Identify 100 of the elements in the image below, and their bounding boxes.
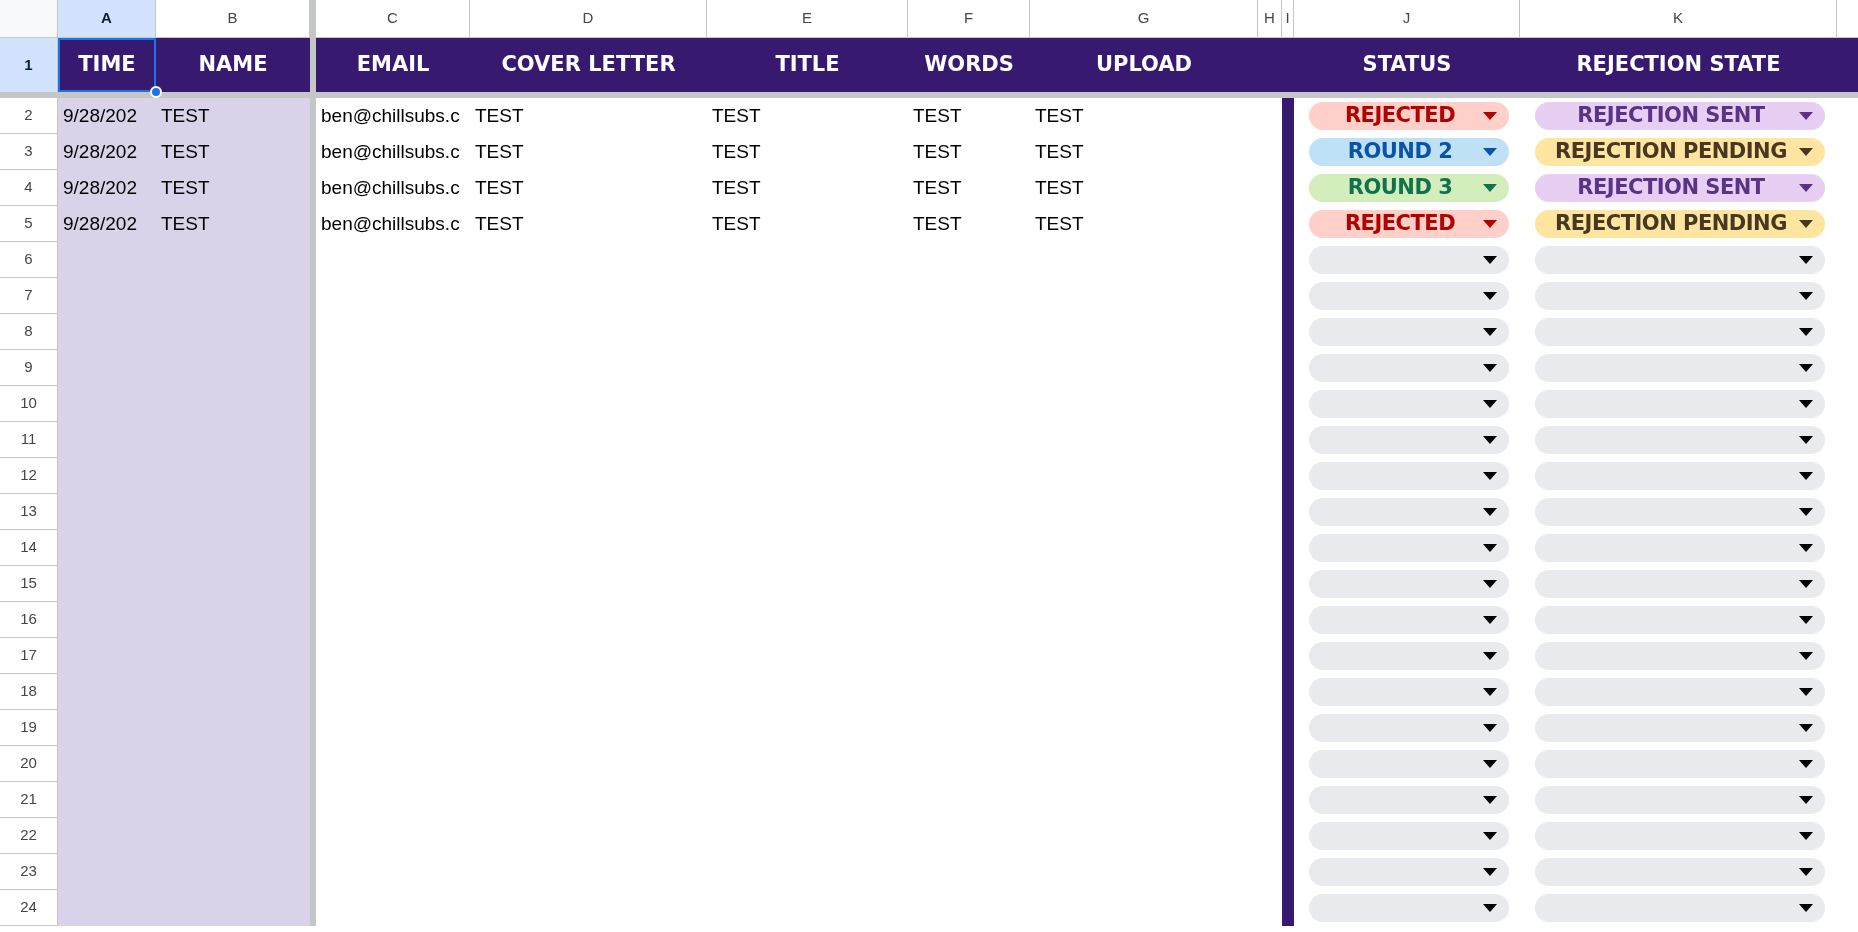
dropdown-chip[interactable] — [1535, 750, 1825, 778]
dropdown-chip[interactable]: ROUND 3 — [1309, 174, 1509, 202]
header-cell[interactable]: EMAIL — [316, 38, 470, 92]
dropdown-chip[interactable] — [1309, 462, 1509, 490]
row-number[interactable]: 21 — [0, 782, 58, 818]
dropdown-chip[interactable] — [1309, 318, 1509, 346]
dropdown-chip[interactable] — [1309, 606, 1509, 634]
dropdown-chip[interactable] — [1535, 786, 1825, 814]
column-header[interactable]: A — [58, 0, 156, 37]
dropdown-chip[interactable] — [1535, 858, 1825, 886]
header-cell[interactable]: COVER LETTER — [470, 38, 707, 92]
row-number[interactable]: 14 — [0, 530, 58, 566]
dropdown-caret-icon — [1483, 688, 1497, 696]
table-cell-text: TEST — [712, 139, 761, 164]
row-number[interactable]: 1 — [0, 38, 58, 92]
row-number[interactable]: 12 — [0, 458, 58, 494]
dropdown-caret-icon — [1799, 508, 1813, 516]
header-cell[interactable]: REJECTION STATE — [1520, 38, 1837, 92]
dropdown-chip[interactable]: REJECTION SENT — [1535, 174, 1825, 202]
dropdown-chip[interactable]: ROUND 2 — [1309, 138, 1509, 166]
row-number[interactable]: 9 — [0, 350, 58, 386]
dropdown-chip[interactable] — [1309, 822, 1509, 850]
row-number[interactable]: 23 — [0, 854, 58, 890]
dropdown-chip[interactable]: REJECTION SENT — [1535, 102, 1825, 130]
dropdown-caret-icon — [1483, 436, 1497, 444]
row-number[interactable]: 6 — [0, 242, 58, 278]
dropdown-caret-icon — [1799, 652, 1813, 660]
header-cell[interactable]: UPLOAD — [1030, 38, 1258, 92]
row-number[interactable]: 20 — [0, 746, 58, 782]
header-cell[interactable]: NAME — [156, 38, 310, 92]
dropdown-chip[interactable] — [1535, 570, 1825, 598]
dropdown-chip[interactable] — [1535, 894, 1825, 922]
row-number[interactable]: 16 — [0, 602, 58, 638]
dropdown-chip[interactable]: REJECTED — [1309, 210, 1509, 238]
dropdown-chip[interactable] — [1309, 786, 1509, 814]
row-number[interactable]: 2 — [0, 98, 58, 134]
dropdown-chip[interactable] — [1309, 642, 1509, 670]
table-cell-text: TEST — [161, 175, 210, 200]
row-number[interactable]: 4 — [0, 170, 58, 206]
dropdown-chip[interactable] — [1309, 570, 1509, 598]
table-cell-text: TEST — [161, 103, 210, 128]
corner-cell[interactable] — [0, 0, 58, 37]
dropdown-caret-icon — [1799, 580, 1813, 588]
row-number[interactable]: 15 — [0, 566, 58, 602]
dropdown-caret-icon — [1799, 688, 1813, 696]
dropdown-caret-icon — [1799, 868, 1813, 876]
dropdown-chip[interactable] — [1535, 642, 1825, 670]
dropdown-chip[interactable] — [1309, 894, 1509, 922]
dropdown-chip[interactable]: REJECTION PENDING — [1535, 210, 1825, 238]
dropdown-caret-icon — [1483, 292, 1497, 300]
row-number[interactable]: 7 — [0, 278, 58, 314]
row-number[interactable]: 3 — [0, 134, 58, 170]
header-cell[interactable]: STATUS — [1294, 38, 1520, 92]
status-value: REJECTION PENDING — [1555, 210, 1787, 238]
dropdown-chip[interactable] — [1535, 318, 1825, 346]
row-number[interactable]: 13 — [0, 494, 58, 530]
dropdown-chip[interactable] — [1309, 246, 1509, 274]
row-number[interactable]: 11 — [0, 422, 58, 458]
status-value: REJECTION PENDING — [1555, 138, 1787, 166]
dropdown-chip[interactable] — [1535, 390, 1825, 418]
dropdown-chip[interactable] — [1309, 354, 1509, 382]
dropdown-chip[interactable] — [1309, 858, 1509, 886]
dropdown-chip[interactable] — [1309, 390, 1509, 418]
dropdown-chip[interactable] — [1309, 750, 1509, 778]
row-number[interactable]: 18 — [0, 674, 58, 710]
dropdown-chip[interactable] — [1309, 714, 1509, 742]
row-number[interactable]: 24 — [0, 890, 58, 926]
dropdown-caret-icon — [1483, 796, 1497, 804]
dropdown-chip[interactable] — [1309, 498, 1509, 526]
dropdown-chip[interactable] — [1309, 534, 1509, 562]
row-number[interactable]: 19 — [0, 710, 58, 746]
table-cell-text: TEST — [913, 139, 962, 164]
dropdown-chip[interactable] — [1535, 714, 1825, 742]
row-number[interactable]: 10 — [0, 386, 58, 422]
dropdown-chip[interactable] — [1535, 678, 1825, 706]
dropdown-chip[interactable] — [1535, 246, 1825, 274]
dropdown-caret-icon — [1799, 400, 1813, 408]
header-cell[interactable]: TIME — [58, 38, 156, 92]
dropdown-caret-icon — [1799, 760, 1813, 768]
dropdown-chip[interactable] — [1535, 534, 1825, 562]
header-cell[interactable]: WORDS — [908, 38, 1030, 92]
dropdown-chip[interactable] — [1535, 822, 1825, 850]
row-number[interactable]: 17 — [0, 638, 58, 674]
dropdown-chip[interactable] — [1535, 354, 1825, 382]
dropdown-chip[interactable] — [1535, 498, 1825, 526]
dropdown-chip[interactable] — [1535, 606, 1825, 634]
header-cell[interactable] — [1837, 38, 1858, 92]
dropdown-caret-icon — [1799, 616, 1813, 624]
row-number[interactable]: 8 — [0, 314, 58, 350]
dropdown-chip[interactable] — [1309, 282, 1509, 310]
header-cell[interactable]: TITLE — [707, 38, 908, 92]
dropdown-chip[interactable]: REJECTED — [1309, 102, 1509, 130]
dropdown-chip[interactable] — [1309, 426, 1509, 454]
dropdown-chip[interactable] — [1309, 678, 1509, 706]
row-number[interactable]: 22 — [0, 818, 58, 854]
dropdown-chip[interactable]: REJECTION PENDING — [1535, 138, 1825, 166]
dropdown-chip[interactable] — [1535, 462, 1825, 490]
dropdown-chip[interactable] — [1535, 282, 1825, 310]
dropdown-chip[interactable] — [1535, 426, 1825, 454]
row-number[interactable]: 5 — [0, 206, 58, 242]
